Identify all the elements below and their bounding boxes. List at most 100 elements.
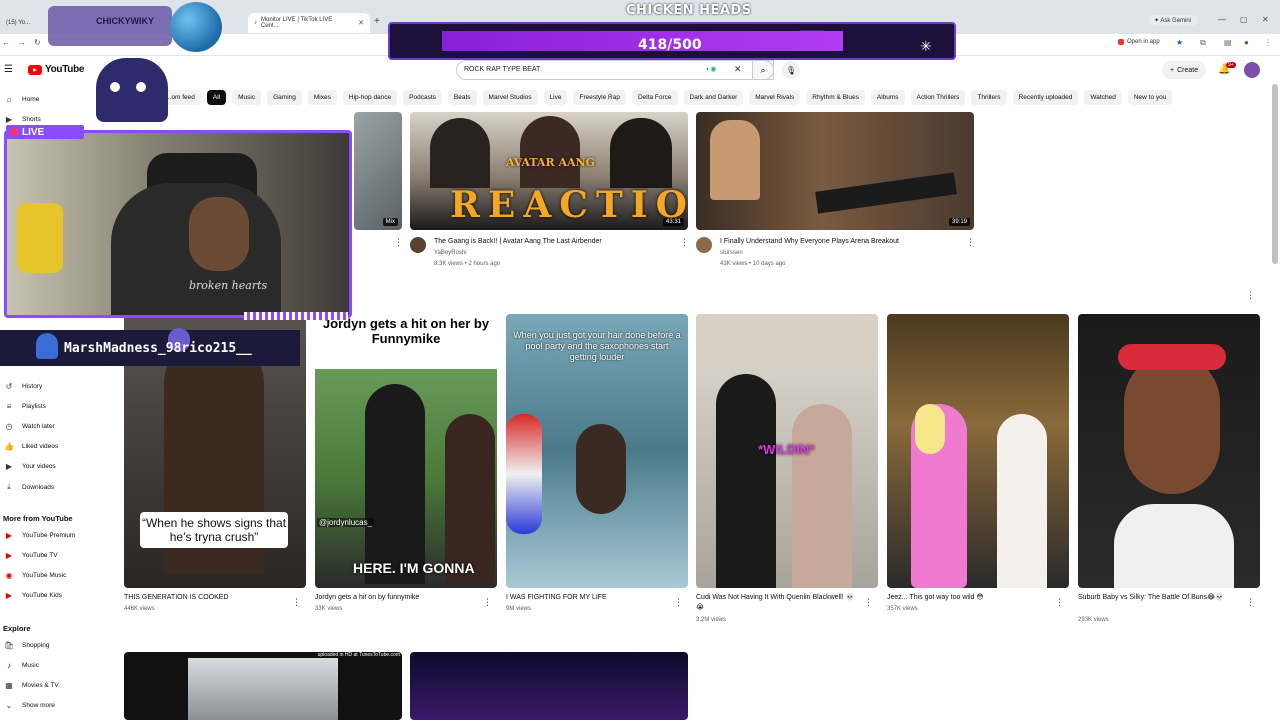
sidebar-item-youtube-tv[interactable]: ▶ YouTube TV <box>4 551 58 560</box>
youtube-logo[interactable]: YouTube <box>28 64 85 75</box>
short-thumbnail-5[interactable] <box>887 314 1069 588</box>
video-thumbnail-mix[interactable]: Mix <box>354 112 402 230</box>
shorts-shelf-menu-icon[interactable]: ⋮ <box>1246 290 1255 301</box>
more-options-icon[interactable]: ⋮ <box>1055 597 1064 608</box>
menu-icon[interactable]: ☰ <box>4 64 13 75</box>
chip-albums[interactable]: Albums <box>870 90 905 105</box>
chip-beats[interactable]: Beats <box>447 90 477 105</box>
sidebar-item-youtube-kids[interactable]: ▶ YouTube Kids <box>4 591 62 600</box>
sidebar-label: Music <box>22 662 39 669</box>
more-options-icon[interactable]: ⋮ <box>483 597 492 608</box>
close-window-icon[interactable]: ✕ <box>1262 15 1269 24</box>
thumbnail-person <box>430 118 490 188</box>
chip-live[interactable]: Live <box>543 90 568 105</box>
short-title[interactable]: I WAS FIGHTING FOR MY LIFE <box>506 593 666 603</box>
youtube-wordmark: YouTube <box>45 64 85 75</box>
video-thumbnail-arena-breakout[interactable]: 39:19 <box>696 112 974 230</box>
more-options-icon[interactable]: ⋮ <box>680 237 689 248</box>
sidebar-item-movies-tv[interactable]: ▦ Movies & TV <box>4 681 59 690</box>
channel-avatar[interactable] <box>410 237 426 253</box>
more-options-icon[interactable]: ⋮ <box>864 597 873 608</box>
close-tab-icon[interactable]: ✕ <box>358 19 364 27</box>
chip-rhythm-blues[interactable]: Rhythm & Blues <box>806 90 865 105</box>
channel-avatar[interactable] <box>696 237 712 253</box>
short-title[interactable]: Cudi Was Not Having It With Quenlin Blac… <box>696 593 856 613</box>
extensions-icon[interactable]: ⧉ <box>1200 38 1206 48</box>
short-title[interactable]: THIS GENERATION IS COOKED <box>124 593 284 603</box>
chip-dark-and-darker[interactable]: Dark and Darker <box>683 90 744 105</box>
chip-recently-uploaded[interactable]: Recently uploaded <box>1012 90 1079 105</box>
video-thumbnail-bottom-1[interactable]: uploaded in HD at TunesToTube.com <box>124 652 402 720</box>
video-thumbnail-avatar-reaction[interactable]: AVATAR AANG REACTION 43:31 <box>410 112 688 230</box>
thumbnail-person <box>445 414 495 584</box>
sidebar-item-shorts[interactable]: ▶ Shorts <box>4 115 41 124</box>
sidebar-item-shopping[interactable]: 🛍 Shopping <box>4 641 49 650</box>
short-thumbnail-4[interactable]: *WILDIN* <box>696 314 878 588</box>
open-in-app-button[interactable]: Open in app <box>1118 39 1160 45</box>
page-scrollbar[interactable] <box>1272 84 1278 264</box>
voice-search-button[interactable]: 🎙 <box>782 61 800 79</box>
account-avatar[interactable] <box>1244 62 1260 78</box>
search-query[interactable]: ROCK RAP TYPE BEAT <box>464 66 540 73</box>
clear-search-icon[interactable]: ✕ <box>734 64 742 75</box>
chip-action-thrillers[interactable]: Action Thrillers <box>910 90 966 105</box>
profile-icon[interactable]: ● <box>1244 38 1249 47</box>
new-tab-button[interactable]: + <box>374 16 380 27</box>
chip-mixes[interactable]: Mixes <box>307 90 337 105</box>
sidebar-item-your-videos[interactable]: ▶ Your videos <box>4 462 56 471</box>
channel-name[interactable]: YaBoyRoshi <box>434 249 467 258</box>
chip-delta-force[interactable]: Delta Force <box>631 90 678 105</box>
more-options-icon[interactable]: ⋮ <box>966 237 975 248</box>
short-views: 293K views <box>1078 617 1109 623</box>
chip-hiphop-dance[interactable]: Hip-hop dance <box>342 90 398 105</box>
more-options-icon[interactable]: ⋮ <box>674 597 683 608</box>
forward-icon[interactable]: → <box>18 38 26 47</box>
more-options-icon[interactable]: ⋮ <box>1246 597 1255 608</box>
maximize-icon[interactable]: ▢ <box>1240 15 1248 24</box>
sidebar-item-home[interactable]: ⌂ Home <box>4 95 40 104</box>
more-options-icon[interactable]: ⋮ <box>292 597 301 608</box>
sidebar-item-playlists[interactable]: ≡ Playlists <box>4 402 46 411</box>
chip-thrillers[interactable]: Thrillers <box>971 90 1007 105</box>
back-icon[interactable]: ← <box>2 38 10 47</box>
sidebar-item-music[interactable]: ♪ Music <box>4 661 39 670</box>
bookmark-star-icon[interactable]: ★ <box>1176 38 1183 47</box>
short-thumbnail-6[interactable] <box>1078 314 1260 588</box>
sidepanel-icon[interactable]: ▤ <box>1224 38 1232 47</box>
chip-music[interactable]: Music <box>232 90 262 105</box>
create-button[interactable]: + Create <box>1162 61 1207 79</box>
short-thumbnail-3[interactable]: When you just got your hair done before … <box>506 314 688 588</box>
sidebar-item-downloads[interactable]: ⤓ Downloads <box>4 482 54 492</box>
reload-icon[interactable]: ↻ <box>34 38 41 47</box>
sidebar-item-youtube-premium[interactable]: ▶ YouTube Premium <box>4 531 75 540</box>
chip-gaming[interactable]: Gaming <box>267 90 302 105</box>
short-thumbnail-2[interactable]: Jordyn gets a hit on her by Funnymike @j… <box>315 314 497 588</box>
chip-watched[interactable]: Watched <box>1084 90 1122 105</box>
browser-tab-tiktok[interactable]: ♪ Monitor LIVE | TikTok LIVE Cent... ✕ <box>248 13 370 33</box>
short-title[interactable]: Jeez... This got way too wild 😳 <box>887 593 1047 603</box>
browser-menu-icon[interactable]: ⋮ <box>1264 38 1272 47</box>
chip-new-to-you[interactable]: New to you <box>1127 90 1173 105</box>
sidebar-item-history[interactable]: ↺ History <box>4 382 43 391</box>
sidebar-item-youtube-music[interactable]: ◉ YouTube Music <box>4 571 67 580</box>
chip-all[interactable]: All <box>206 90 227 105</box>
short-title[interactable]: Suburb Baby vs Silky: The Battle Of Buns… <box>1078 593 1243 603</box>
video-thumbnail-bottom-2[interactable] <box>410 652 688 720</box>
thumbnail-hair <box>915 404 945 454</box>
chip-marvel-rivals[interactable]: Marvel Rivals <box>749 90 801 105</box>
minimize-icon[interactable]: — <box>1218 15 1226 24</box>
sidebar-item-watch-later[interactable]: ◷ Watch later <box>4 422 55 431</box>
sidebar-item-show-more[interactable]: ⌄ Show more <box>4 701 55 710</box>
sidebar-item-liked-videos[interactable]: 👍 Liked videos <box>4 442 58 451</box>
chip-podcasts[interactable]: Podcasts <box>403 90 442 105</box>
more-options-icon[interactable]: ⋮ <box>394 237 403 248</box>
video-title[interactable]: The Gaang is Back!! | Avatar Aang The La… <box>434 237 674 247</box>
ask-gemini-button[interactable]: ✦ Ask Gemini <box>1148 15 1198 26</box>
channel-name[interactable]: sturssen <box>720 249 743 258</box>
video-title[interactable]: I Finally Understand Why Everyone Plays … <box>720 237 960 247</box>
chip-freestyle-rap[interactable]: Freestyle Rap <box>573 90 626 105</box>
planet-sticker <box>170 2 222 52</box>
search-button[interactable]: ⌕ <box>752 60 774 80</box>
chip-marvel-studios[interactable]: Marvel Studios <box>482 90 538 105</box>
short-title[interactable]: Jordyn gets a hit on by funnymike <box>315 593 475 603</box>
